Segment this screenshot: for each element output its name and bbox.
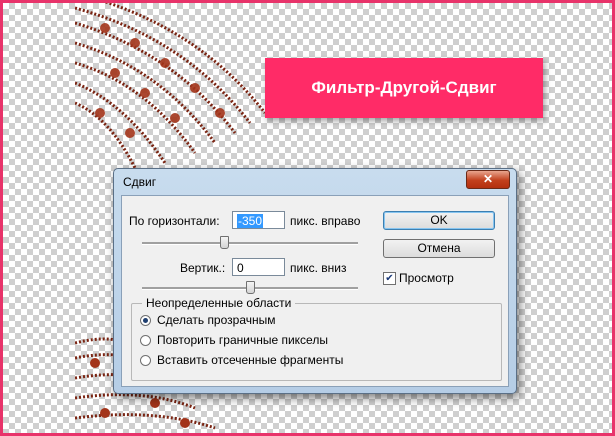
dialog-title: Сдвиг: [123, 175, 157, 189]
checkmark-icon: ✔: [385, 273, 394, 284]
vertical-label: Вертик.:: [180, 261, 226, 275]
horizontal-label: По горизонтали:: [129, 214, 220, 228]
preview-label: Просмотр: [399, 271, 454, 285]
ok-button[interactable]: OK: [383, 211, 495, 230]
vertical-value: 0: [237, 261, 244, 275]
close-icon: ✕: [482, 172, 494, 186]
radio-wrap-around[interactable]: [140, 355, 151, 366]
undefined-areas-legend: Неопределенные области: [142, 296, 296, 310]
radio-label-wrap-around: Вставить отсеченные фрагменты: [157, 353, 344, 367]
vertical-input[interactable]: 0: [232, 258, 285, 276]
vertical-unit: пикс. вниз: [290, 261, 347, 275]
radio-label-repeat-edge-pixels: Повторить граничные пикселы: [157, 333, 328, 347]
dialog-body: По горизонтали: -350 пикс. вправо Вертик…: [121, 195, 509, 387]
dialog-titlebar[interactable]: Сдвиг ✕: [114, 169, 516, 195]
radio-repeat-edge-pixels[interactable]: [140, 335, 151, 346]
undefined-areas-group: Неопределенные области Сделать прозрачны…: [131, 296, 502, 381]
offset-dialog: Сдвиг ✕ По горизонтали: -350 пикс. вправ…: [113, 168, 517, 394]
vertical-slider-thumb[interactable]: [246, 281, 255, 294]
radio-label-make-transparent: Сделать прозрачным: [157, 313, 276, 327]
horizontal-slider-thumb[interactable]: [220, 236, 230, 249]
filter-path-banner: Фильтр-Другой-Сдвиг: [265, 58, 543, 118]
horizontal-input[interactable]: -350: [232, 211, 285, 229]
radio-make-transparent[interactable]: [140, 315, 151, 326]
preview-checkbox[interactable]: ✔: [383, 272, 396, 285]
horizontal-slider-track[interactable]: [142, 242, 358, 245]
cancel-button[interactable]: Отмена: [383, 239, 495, 258]
close-button[interactable]: ✕: [466, 170, 510, 189]
horizontal-unit: пикс. вправо: [290, 214, 361, 228]
horizontal-value: -350: [237, 214, 264, 228]
